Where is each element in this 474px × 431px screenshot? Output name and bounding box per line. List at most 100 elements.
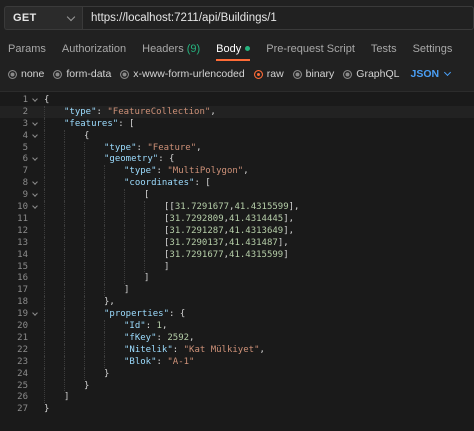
code-line: 26] — [0, 391, 474, 404]
code-line: 22 "Nitelik": "Kat Mülkiyet", — [0, 343, 474, 356]
tab-pre-request-script[interactable]: Pre-request Script — [258, 36, 363, 61]
code-text: [31.7292809,41.4314445], — [42, 214, 294, 224]
fold-toggle[interactable] — [28, 191, 42, 197]
radio-icon[interactable] — [292, 69, 302, 79]
body-type-form-data[interactable]: form-data — [53, 68, 111, 80]
body-type-graphql[interactable]: GraphQL — [343, 68, 399, 80]
tab-params[interactable]: Params — [0, 36, 54, 61]
tab-settings[interactable]: Settings — [405, 36, 461, 61]
indent-guide — [84, 272, 85, 285]
code-token: 41.4313649 — [229, 225, 284, 236]
fold-toggle[interactable] — [28, 179, 42, 186]
code-token: }, — [104, 297, 115, 308]
line-number: 12 — [17, 225, 28, 236]
tab-body[interactable]: Body — [208, 36, 258, 61]
indent-guide — [104, 355, 105, 368]
method-select[interactable]: GET — [4, 6, 82, 30]
line-number: 3 — [22, 118, 28, 129]
code-line: 18}, — [0, 296, 474, 309]
radio-icon[interactable] — [120, 69, 130, 79]
code-token: 31.7292809 — [169, 213, 224, 224]
indent-guide — [44, 213, 45, 225]
code-token: "Nitelik" — [124, 344, 173, 355]
url-input[interactable]: https://localhost:7211/api/Buildings/1 — [82, 6, 474, 30]
code-text: ] — [42, 273, 149, 283]
indent-guide — [144, 224, 145, 237]
line-number: 19 — [17, 309, 28, 320]
radio-checked-icon[interactable] — [253, 69, 263, 79]
body-type-label: x-www-form-urlencoded — [133, 68, 245, 80]
line-number: 27 — [17, 404, 28, 415]
body-type-binary[interactable]: binary — [292, 68, 334, 80]
indent-guide — [44, 284, 45, 297]
code-line: 7 "type": "MultiPolygon", — [0, 165, 474, 178]
indent-guide — [104, 165, 105, 178]
indent-guide — [64, 355, 65, 368]
indent-guide — [144, 201, 145, 213]
indent-guide — [124, 260, 125, 273]
chevron-down-icon — [66, 12, 76, 21]
tab-authorization[interactable]: Authorization — [54, 36, 134, 61]
chevron-down-icon — [32, 310, 38, 316]
code-text: "geometry": { — [42, 154, 174, 164]
code-token: : { — [158, 154, 175, 165]
format-select[interactable]: JSON — [410, 68, 452, 80]
fold-toggle[interactable] — [28, 310, 42, 316]
line-number: 24 — [17, 368, 28, 379]
indent-guide — [84, 224, 85, 237]
fold-toggle[interactable] — [28, 96, 42, 102]
code-token: "type" — [124, 166, 157, 177]
indent-guide — [124, 213, 125, 225]
code-text: ] — [42, 392, 69, 402]
indent-guide — [64, 308, 65, 321]
code-line: 9[ — [0, 189, 474, 202]
body-type-raw[interactable]: raw — [253, 68, 284, 80]
indent-guide — [44, 272, 45, 285]
tab-headers[interactable]: Headers (9) — [134, 36, 208, 61]
indent-guide — [44, 320, 45, 332]
code-token: { — [44, 94, 50, 105]
line-number: 17 — [17, 285, 28, 296]
indent-guide — [84, 367, 85, 380]
code-line: 10 [[31.7291677,41.4315599], — [0, 201, 474, 213]
chevron-down-icon — [32, 203, 38, 209]
code-line: 23 "Blok": "A-1" — [0, 355, 474, 368]
indent-guide — [44, 332, 45, 344]
code-editor[interactable]: 1{2 "type": "FeatureCollection", 3 "feature… — [0, 91, 474, 431]
indent-guide — [44, 343, 45, 356]
indent-guide — [124, 236, 125, 249]
indent-guide — [44, 296, 45, 309]
code-token: : — [145, 321, 157, 332]
code-token: } — [104, 368, 110, 379]
line-number: 11 — [17, 213, 28, 224]
code-text: [31.7290137,41.431487], — [42, 238, 289, 248]
code-token: , — [161, 321, 168, 332]
indent-guide — [104, 236, 105, 249]
indent-guide — [44, 129, 45, 142]
radio-icon[interactable] — [53, 69, 63, 79]
indent-guide — [64, 379, 65, 392]
tab-tests[interactable]: Tests — [363, 36, 405, 61]
indent-guide — [64, 153, 65, 166]
line-number: 7 — [22, 166, 28, 177]
line-number: 23 — [17, 356, 28, 367]
code-text: "type": "MultiPolygon", — [42, 166, 249, 176]
fold-toggle[interactable] — [28, 119, 42, 126]
indent-guide — [84, 296, 85, 309]
indent-guide — [64, 260, 65, 273]
radio-icon[interactable] — [8, 69, 17, 79]
body-type-label: form-data — [66, 68, 112, 80]
code-token: : — [172, 344, 184, 355]
body-type-none[interactable]: none — [8, 68, 44, 80]
code-text: { — [42, 95, 49, 105]
fold-toggle[interactable] — [28, 155, 42, 162]
code-token: ], — [283, 225, 295, 236]
radio-icon[interactable] — [343, 69, 353, 79]
code-line: 5 "type": "Feature", — [0, 141, 474, 154]
code-token: , — [189, 332, 195, 343]
fold-toggle[interactable] — [28, 131, 42, 138]
chevron-down-icon — [32, 179, 38, 186]
body-type-x-www-form-urlencoded[interactable]: x-www-form-urlencoded — [120, 68, 245, 80]
code-line: 12 [31.7291287,41.4313649], — [0, 224, 474, 237]
fold-toggle[interactable] — [28, 203, 42, 209]
